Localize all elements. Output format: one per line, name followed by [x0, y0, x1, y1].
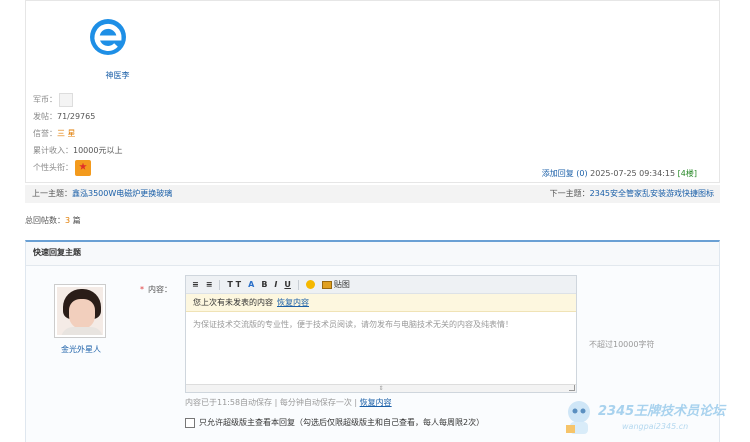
post-panel: 神医李 军币： 发帖： 71/29765 信誉： 三 星 累计收入： 10000…	[25, 0, 720, 183]
author-info: 军币： 发帖： 71/29765 信誉： 三 星 累计收入： 10000元以上 …	[33, 91, 122, 176]
required-mark: *	[140, 285, 144, 294]
insert-image-label: 贴图	[333, 280, 350, 289]
moderator-only-checkbox[interactable]	[185, 417, 195, 428]
resize-handle-icon[interactable]	[569, 385, 575, 391]
posts-label: 发帖：	[33, 112, 57, 121]
total-replies-label: 总回帖数：	[25, 216, 65, 225]
avatar	[54, 284, 106, 338]
align-justify-button[interactable]: ≡	[206, 280, 213, 289]
autosave-restore-link[interactable]: 恢复内容	[360, 398, 392, 407]
reply-content-input[interactable]: 为保证技术交流版的专业性，便于技术员阅读，请勿发布与电脑技术无关的内容及纯表情！	[186, 312, 576, 382]
post-author-name[interactable]: 神医李	[51, 70, 184, 81]
total-replies-count: 3	[65, 216, 71, 225]
title-label: 个性头衔：	[33, 163, 73, 172]
total-replies-unit: 篇	[72, 216, 81, 225]
toolbar-divider	[297, 279, 299, 290]
add-reply-link[interactable]: 添加回复	[542, 169, 574, 178]
post-meta: 添加回复 (0) 2025-07-25 09:34:15 [4楼]	[542, 168, 697, 179]
editor-resize-bar[interactable]: ⇕	[186, 384, 576, 392]
insert-image-button[interactable]: 贴图	[321, 279, 350, 290]
prev-topic-label: 上一主题：	[32, 189, 72, 198]
income-label: 累计收入：	[33, 146, 73, 155]
restore-draft-link[interactable]: 恢复内容	[277, 298, 309, 307]
credit-row: 信誉： 三 星	[33, 125, 122, 142]
smile-icon[interactable]	[305, 280, 315, 289]
browser-e-logo-icon[interactable]	[88, 17, 128, 57]
restore-draft-bar: 您上次有未发表的内容 恢复内容	[186, 294, 576, 312]
prev-topic: 上一主题：鑫泓3500W电磁炉更换玻璃	[32, 185, 172, 203]
coin-label: 军币：	[33, 95, 57, 104]
title-row: 个性头衔：	[33, 159, 122, 176]
reply-editor: ≡ ≡ T T A B I U 贴图 您上次有未发表的内容 恢复内容 为保证技术交…	[185, 275, 577, 393]
prev-topic-link[interactable]: 鑫泓3500W电磁炉更换玻璃	[72, 189, 172, 198]
autosave-status: 内容已于11:58自动保存 | 每分钟自动保存一次 | 恢复内容	[185, 397, 392, 408]
content-label: * 内容：	[140, 284, 172, 295]
site-watermark: 2345王牌技术员论坛 wangpai2345.cn	[562, 394, 750, 442]
italic-button[interactable]: I	[274, 280, 277, 289]
moderator-only-option: 只允许超级版主查看本回复（勾选后仅限超级版主和自己查看，每人每周限2次）	[185, 417, 484, 428]
credit-label: 信誉：	[33, 129, 57, 138]
credit-value: 三 星	[57, 129, 76, 138]
restore-draft-text: 您上次有未发表的内容	[193, 298, 273, 307]
income-row: 累计收入： 10000元以上	[33, 142, 122, 159]
posts-row: 发帖： 71/29765	[33, 108, 122, 125]
title-badge-icon	[75, 159, 91, 176]
coin-image	[59, 92, 73, 107]
total-replies: 总回帖数：3 篇	[25, 215, 81, 226]
topic-nav-bar: 上一主题：鑫泓3500W电磁炉更换玻璃 下一主题：2345安全管家乱安装游戏快捷…	[25, 185, 720, 203]
watermark-url: wangpai2345.cn	[622, 422, 689, 431]
next-topic: 下一主题：2345安全管家乱安装游戏快捷图标	[550, 185, 714, 203]
watermark-title: 2345王牌技术员论坛	[598, 404, 726, 419]
coin-row: 军币：	[33, 91, 122, 108]
autosave-text: 内容已于11:58自动保存 | 每分钟自动保存一次 |	[185, 398, 358, 407]
reply-username[interactable]: 金光外星人	[46, 344, 116, 355]
underline-button[interactable]: U	[284, 280, 291, 289]
toolbar-divider	[219, 279, 221, 290]
image-icon	[321, 280, 332, 289]
content-label-text: 内容：	[148, 285, 172, 294]
next-topic-link[interactable]: 2345安全管家乱安装游戏快捷图标	[590, 189, 714, 198]
user-photo	[57, 287, 103, 335]
font-color-button[interactable]: A	[248, 280, 254, 289]
reply-count[interactable]: (0)	[576, 169, 587, 178]
quick-reply-title: 快速回复主题	[26, 242, 719, 266]
font-size-button[interactable]: T T	[227, 280, 241, 289]
editor-toolbar: ≡ ≡ T T A B I U 贴图	[186, 276, 576, 294]
moderator-only-label: 只允许超级版主查看本回复（勾选后仅限超级版主和自己查看，每人每周限2次）	[199, 418, 485, 427]
post-timestamp: 2025-07-25 09:34:15	[590, 169, 676, 178]
char-limit-note: 不超过10000字符	[589, 340, 655, 349]
posts-value: 71/29765	[57, 112, 96, 121]
mascot-icon	[566, 401, 590, 434]
income-value: 10000元以上	[73, 146, 123, 155]
next-topic-label: 下一主题：	[549, 189, 590, 198]
floor-number: [4楼]	[677, 169, 697, 178]
align-left-button[interactable]: ≡	[192, 280, 199, 289]
bold-button[interactable]: B	[261, 280, 267, 289]
